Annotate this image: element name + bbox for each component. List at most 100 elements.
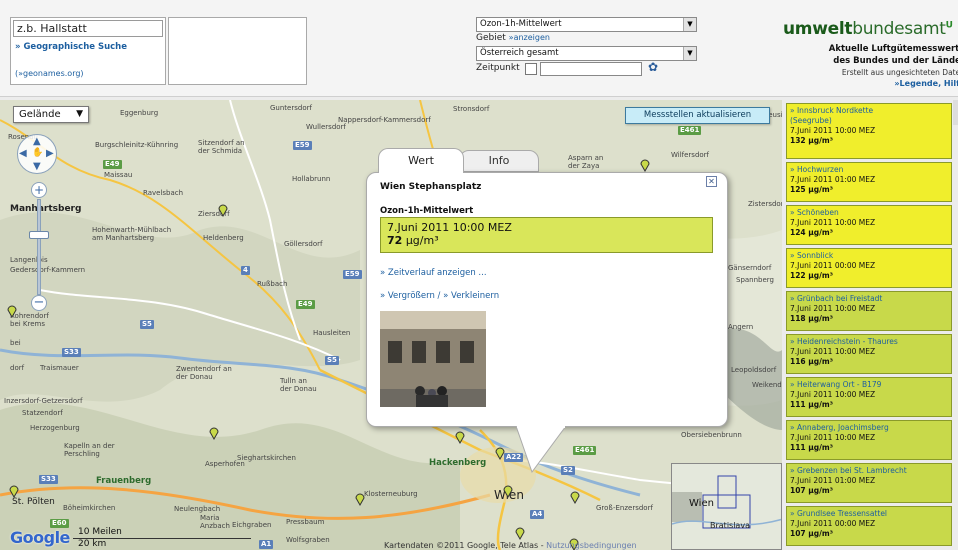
station-item[interactable]: » Sonnblick 7.Juni 2011 00:00 MEZ 122 µg… [786, 248, 952, 288]
zeitpunkt-input[interactable] [540, 62, 642, 76]
zoom-slider-track[interactable] [37, 199, 41, 295]
map-marker-icon[interactable] [6, 304, 18, 318]
google-logo[interactable]: Google [10, 528, 70, 547]
umweltbundesamt-logo[interactable]: umweltbundesamtU [783, 19, 953, 39]
station-item-time: 7.Juni 2011 01:00 MEZ [790, 175, 876, 184]
map-marker-icon[interactable] [569, 490, 581, 504]
parameter-select[interactable]: Ozon-1h-Mittelwert ▼ [476, 17, 697, 32]
region-select[interactable]: Österreich gesamt ▼ [476, 46, 697, 61]
refresh-stations-button[interactable]: Messstellen aktualisieren [625, 107, 770, 124]
pan-down-icon[interactable]: ▼ [33, 161, 41, 172]
parameter-select-value: Ozon-1h-Mittelwert [480, 19, 562, 29]
place-boeheimkirchen: Böheimkirchen [63, 504, 116, 512]
show-trend-link[interactable]: » Zeitverlauf anzeigen ... [380, 268, 487, 278]
place-eggenburg: Eggenburg [120, 109, 159, 117]
map-marker-icon[interactable] [502, 484, 514, 498]
place-spannberg: Spannberg [736, 276, 774, 284]
station-item[interactable]: » Grünbach bei Freistadt 7.Juni 2011 10:… [786, 291, 952, 331]
place-klosterneuburg: Klosterneuburg [364, 490, 418, 498]
road-e59-b: E59 [343, 270, 362, 279]
pan-right-icon[interactable]: ▶ [46, 148, 54, 159]
terrain-button-label: Gelände [19, 109, 61, 120]
station-item-name[interactable]: » Innsbruck Nordkette [790, 106, 948, 116]
terrain-map-type-button[interactable]: Gelände ▼ [13, 106, 89, 123]
place-statzendorf: Statzendorf [22, 409, 63, 417]
measurement-value-box: 7.Juni 2011 10:00 MEZ 72 µg/m³ [380, 217, 713, 253]
gebiet-show-link[interactable]: »anzeigen [509, 33, 550, 42]
station-item-name[interactable]: » Grundlsee Tressensattel [790, 509, 948, 519]
search-results-panel [168, 17, 307, 85]
place-heldenberg: Heldenberg [203, 234, 244, 242]
zeitpunkt-checkbox[interactable] [525, 63, 537, 75]
station-ranking-list[interactable]: » Innsbruck Nordkette (Seegrube) 7.Juni … [782, 100, 958, 550]
chevron-down-icon[interactable]: ▼ [683, 18, 696, 31]
road-s33-b: S33 [39, 475, 58, 484]
station-item-name[interactable]: » Sonnblick [790, 251, 948, 261]
station-item-value: 111 µg/m³ [790, 443, 833, 452]
station-item-name[interactable]: » Heidenreichstein - Thaures [790, 337, 948, 347]
map-marker-icon[interactable] [354, 492, 366, 506]
overview-wien: Wien [689, 498, 714, 509]
road-e461: E461 [678, 126, 702, 135]
geo-search-link[interactable]: » Geographische Suche [15, 42, 127, 52]
station-item-value: 116 µg/m³ [790, 357, 833, 366]
station-item-name[interactable]: » Heiterwang Ort - B179 [790, 380, 948, 390]
search-input[interactable] [13, 20, 163, 37]
place-hollabrunn: Hollabrunn [292, 175, 331, 183]
station-item[interactable]: » Grundlsee Tressensattel 7.Juni 2011 00… [786, 506, 952, 546]
legend-help-link[interactable]: »Legende, Hilfe [785, 78, 958, 89]
station-item[interactable]: » Innsbruck Nordkette (Seegrube) 7.Juni … [786, 103, 952, 159]
place-zistersdorf: Zistersdorf [748, 200, 782, 208]
station-item-time: 7.Juni 2011 10:00 MEZ [790, 433, 876, 442]
map-marker-icon[interactable] [454, 430, 466, 444]
zoom-slider-handle[interactable] [29, 231, 49, 239]
measurement-time: 7.Juni 2011 10:00 MEZ [387, 221, 512, 234]
chevron-down-icon[interactable]: ▼ [683, 47, 696, 60]
zoom-out-link[interactable]: » Verkleinern [443, 291, 499, 301]
station-item[interactable]: » Grebenzen bei St. Lambrecht 7.Juni 201… [786, 463, 952, 503]
refresh-icon[interactable]: ✿ [648, 60, 658, 74]
close-icon[interactable]: ✕ [706, 176, 717, 187]
caret-down-icon: ▼ [76, 109, 83, 119]
logo-bold: umwelt [783, 19, 853, 39]
pan-control-icon[interactable]: ▲ ◀ ▶ ▼ ✋ [17, 134, 57, 174]
pan-up-icon[interactable]: ▲ [33, 136, 41, 147]
map-marker-icon[interactable] [639, 158, 651, 172]
station-item-name-2[interactable]: (Seegrube) [790, 116, 948, 126]
place-gotzendorf: Gänserndorf [728, 264, 772, 272]
station-item[interactable]: » Heiterwang Ort - B179 7.Juni 2011 10:0… [786, 377, 952, 417]
map-marker-icon[interactable] [208, 426, 220, 440]
tab-wert[interactable]: Wert [378, 148, 464, 173]
tab-info[interactable]: Info [459, 150, 539, 172]
zeitpunkt-label: Zeitpunkt [476, 63, 520, 73]
road-a4: A4 [530, 510, 545, 519]
station-item[interactable]: » Hochwurzen 7.Juni 2011 01:00 MEZ 125 µ… [786, 162, 952, 202]
station-item[interactable]: » Schöneben 7.Juni 2011 10:00 MEZ 124 µg… [786, 205, 952, 245]
station-item-name[interactable]: » Hochwurzen [790, 165, 948, 175]
station-item[interactable]: » Annaberg, Joachimsberg 7.Juni 2011 10:… [786, 420, 952, 460]
station-item-name[interactable]: » Grünbach bei Freistadt [790, 294, 948, 304]
terms-link[interactable]: Nutzungsbedingungen [546, 541, 636, 550]
geonames-link[interactable]: (»geonames.org) [15, 69, 84, 78]
place-gross-enzersdorf: Groß-Enzersdorf [596, 504, 653, 512]
place-traismauer: Traismauer [40, 364, 79, 372]
overview-map[interactable]: Wien Bratislava [671, 463, 782, 550]
pan-left-icon[interactable]: ◀ [19, 148, 27, 159]
map-marker-icon[interactable] [217, 203, 229, 217]
station-photo[interactable] [380, 311, 486, 407]
place-zwentendorf: Zwentendorf an der Donau [176, 365, 232, 381]
zoom-out-button[interactable]: − [31, 295, 47, 311]
map-marker-icon[interactable] [514, 526, 526, 540]
zoom-in-button[interactable]: + [31, 182, 47, 198]
station-item[interactable]: » Heidenreichstein - Thaures 7.Juni 2011… [786, 334, 952, 374]
place-wolfsgraben: Wolfsgraben [286, 536, 330, 544]
station-item-name[interactable]: » Grebenzen bei St. Lambrecht [790, 466, 948, 476]
map-marker-icon[interactable] [494, 446, 506, 460]
zoom-in-link[interactable]: » Vergrößern [380, 291, 435, 301]
station-item-name[interactable]: » Schöneben [790, 208, 948, 218]
list-scrollbar[interactable] [953, 100, 958, 125]
map-marker-icon[interactable] [8, 484, 20, 498]
place-frauenberg: Frauenberg [96, 476, 152, 486]
station-item-name[interactable]: » Annaberg, Joachimsberg [790, 423, 948, 433]
station-photo-image [380, 311, 486, 407]
